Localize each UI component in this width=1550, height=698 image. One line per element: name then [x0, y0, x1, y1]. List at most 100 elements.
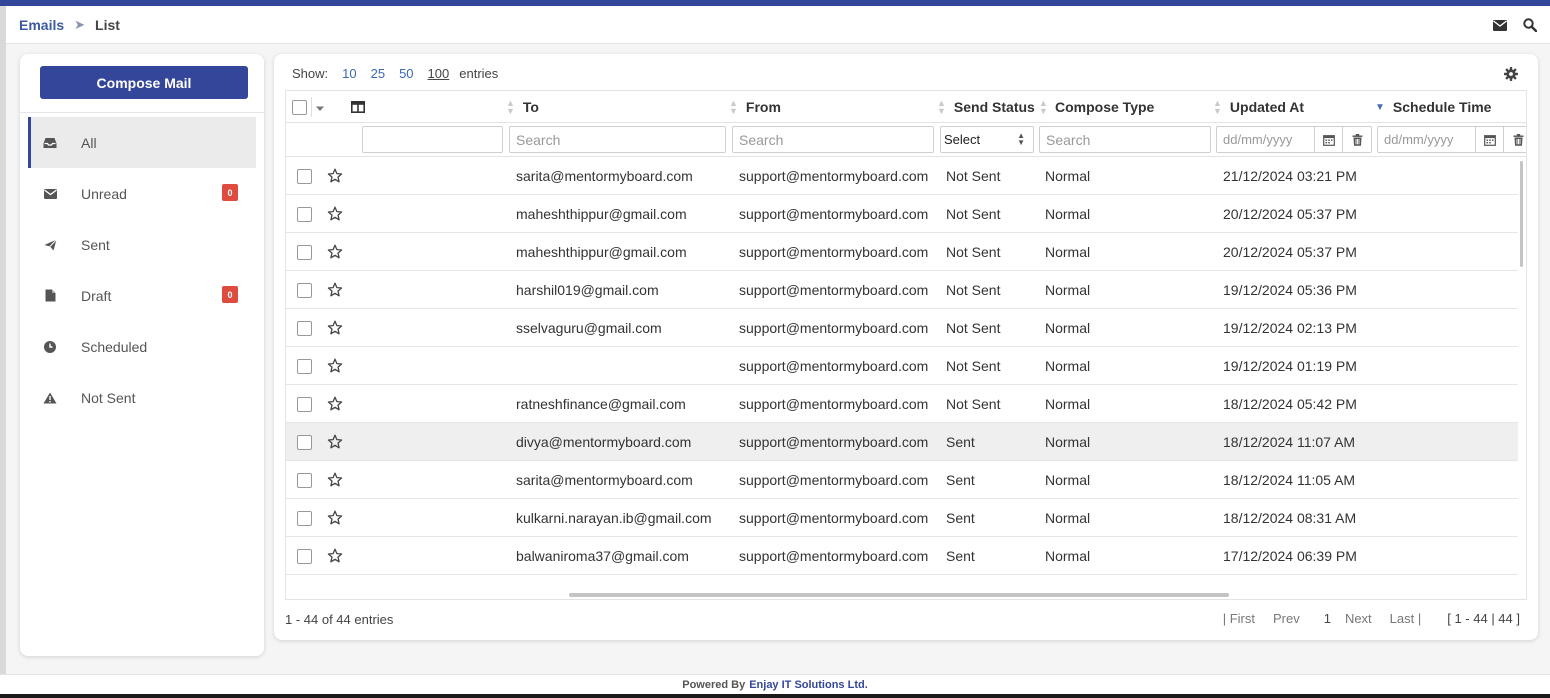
- send-status-select[interactable]: Select ▲ ▼: [940, 126, 1034, 153]
- subject-filter-input[interactable]: [362, 126, 503, 153]
- row-checkbox[interactable]: [297, 434, 312, 450]
- sidebar-item-sent[interactable]: Sent: [28, 219, 256, 270]
- select-all-control[interactable]: [292, 91, 324, 123]
- calendar-icon[interactable]: [1474, 127, 1504, 152]
- star-icon[interactable]: [327, 282, 343, 298]
- compose-type-search-input[interactable]: [1039, 126, 1211, 153]
- row-select-cell: [297, 385, 312, 423]
- column-toggle-icon[interactable]: [351, 91, 365, 123]
- cell-to: divya@mentormyboard.com: [516, 434, 692, 450]
- to-search-input[interactable]: [509, 126, 726, 153]
- page-size-10[interactable]: 10: [342, 66, 356, 81]
- cell-compose-type: Normal: [1045, 548, 1091, 564]
- schedule-time-date-filter[interactable]: dd/mm/yyyy: [1377, 126, 1526, 153]
- column-label: Updated At: [1229, 99, 1305, 115]
- star-icon[interactable]: [327, 548, 343, 564]
- cell-compose-type: Normal: [1045, 472, 1091, 488]
- star-icon[interactable]: [327, 206, 343, 222]
- pagination-summary: [ 1 - 44 | 44 ]: [1447, 611, 1520, 626]
- horizontal-scrollbar[interactable]: [569, 593, 1229, 597]
- row-select-cell: [297, 233, 312, 271]
- star-icon[interactable]: [327, 510, 343, 526]
- envelope-icon[interactable]: [1492, 17, 1508, 33]
- chevron-down-icon[interactable]: [316, 99, 324, 115]
- row-checkbox[interactable]: [297, 548, 312, 564]
- pagination-last[interactable]: Last |: [1390, 611, 1422, 626]
- from-search-input[interactable]: [732, 126, 934, 153]
- sidebar-item-label: Draft: [81, 287, 112, 304]
- table-row[interactable]: kulkarni.narayan.ib@gmail.com support@men…: [286, 499, 1518, 537]
- table-row[interactable]: sarita@mentormyboard.com support@mentormy…: [286, 157, 1518, 195]
- row-checkbox[interactable]: [297, 510, 312, 526]
- sidebar-item-draft[interactable]: Draft 0: [28, 270, 256, 321]
- column-header-updated-at[interactable]: ▲ ▼ Updated At: [1213, 91, 1304, 123]
- row-checkbox[interactable]: [297, 168, 312, 184]
- cell-from: support@mentormyboard.com: [739, 434, 929, 450]
- cell-updated-at: 18/12/2024 05:42 PM: [1223, 396, 1357, 412]
- row-checkbox[interactable]: [297, 472, 312, 488]
- breadcrumb-separator-icon: ➤: [74, 16, 86, 32]
- row-checkbox[interactable]: [297, 282, 312, 298]
- column-header-send-status[interactable]: ▲ ▼ Send Status ▲ ▼: [937, 91, 1056, 123]
- table-row[interactable]: sarita@mentormyboard.com support@mentormy…: [286, 461, 1518, 499]
- row-select-cell: [297, 347, 312, 385]
- sort-icon: ▲ ▼: [1213, 98, 1222, 116]
- table-row[interactable]: maheshthippur@gmail.com support@mentormyb…: [286, 233, 1518, 271]
- star-icon[interactable]: [327, 358, 343, 374]
- trash-icon[interactable]: [1503, 127, 1526, 152]
- pagination-current-page[interactable]: 1: [1324, 611, 1331, 626]
- page-size-50[interactable]: 50: [399, 66, 413, 81]
- page-size-100[interactable]: 100: [428, 66, 450, 81]
- select-all-checkbox[interactable]: [292, 99, 307, 115]
- column-header-to[interactable]: ▲ ▼ To: [506, 91, 539, 123]
- table-row[interactable]: balwaniroma37@gmail.com support@mentormyb…: [286, 537, 1518, 575]
- column-header-schedule-time[interactable]: ▼ Schedule Time: [1375, 91, 1491, 123]
- star-icon[interactable]: [327, 320, 343, 336]
- table-row[interactable]: harshil019@gmail.com support@mentormyboar…: [286, 271, 1518, 309]
- sidebar-item-scheduled[interactable]: Scheduled: [28, 321, 256, 372]
- pagination-prev[interactable]: Prev: [1273, 611, 1300, 626]
- row-checkbox[interactable]: [297, 358, 312, 374]
- sidebar: Compose Mail All Unread 0 Sent Draft 0 S…: [20, 54, 264, 656]
- cell-compose-type: Normal: [1045, 244, 1091, 260]
- column-header-from[interactable]: ▲ ▼ From: [729, 91, 781, 123]
- cell-compose-type: Normal: [1045, 510, 1091, 526]
- star-icon[interactable]: [327, 472, 343, 488]
- select-value: Select: [944, 132, 981, 147]
- table-row[interactable]: ratneshfinance@gmail.com support@mentormy…: [286, 385, 1518, 423]
- compose-mail-button[interactable]: Compose Mail: [40, 66, 248, 99]
- table-row[interactable]: support@mentormyboard.com Not Sent Normal 1…: [286, 347, 1518, 385]
- cell-from: support@mentormyboard.com: [739, 282, 929, 298]
- table-row[interactable]: sselvaguru@gmail.com support@mentormyboar…: [286, 309, 1518, 347]
- star-icon[interactable]: [327, 168, 343, 184]
- column-label: Compose Type: [1055, 99, 1155, 115]
- updated-at-date-filter[interactable]: dd/mm/yyyy: [1216, 126, 1372, 153]
- table-row[interactable]: maheshthippur@gmail.com support@mentormyb…: [286, 195, 1518, 233]
- cell-send-status: Not Sent: [946, 244, 1001, 260]
- cell-from: support@mentormyboard.com: [739, 206, 929, 222]
- sidebar-item-not-sent[interactable]: Not Sent: [28, 372, 256, 423]
- column-header-compose-type[interactable]: Compose Type: [1055, 91, 1154, 123]
- search-icon[interactable]: [1522, 17, 1538, 33]
- page-size-25[interactable]: 25: [371, 66, 385, 81]
- row-checkbox[interactable]: [297, 396, 312, 412]
- star-icon[interactable]: [327, 434, 343, 450]
- pagination-first[interactable]: | First: [1223, 611, 1255, 626]
- row-checkbox[interactable]: [297, 206, 312, 222]
- trash-icon[interactable]: [1342, 127, 1371, 152]
- row-select-cell: [297, 309, 312, 347]
- company-name: Enjay IT Solutions Ltd.: [749, 678, 868, 691]
- star-icon[interactable]: [327, 244, 343, 260]
- pagination-next[interactable]: Next: [1345, 611, 1372, 626]
- row-checkbox[interactable]: [297, 320, 312, 336]
- sidebar-item-unread[interactable]: Unread 0: [28, 168, 256, 219]
- row-checkbox[interactable]: [297, 244, 312, 260]
- table-row[interactable]: divya@mentormyboard.com support@mentormyb…: [286, 423, 1518, 461]
- gear-icon[interactable]: [1504, 67, 1518, 81]
- calendar-icon[interactable]: [1313, 127, 1343, 152]
- vertical-scrollbar[interactable]: [1520, 161, 1523, 267]
- star-icon[interactable]: [327, 396, 343, 412]
- sidebar-item-all[interactable]: All: [28, 117, 256, 168]
- breadcrumb-emails-link[interactable]: Emails: [19, 17, 64, 33]
- paper-plane-icon: [42, 237, 58, 253]
